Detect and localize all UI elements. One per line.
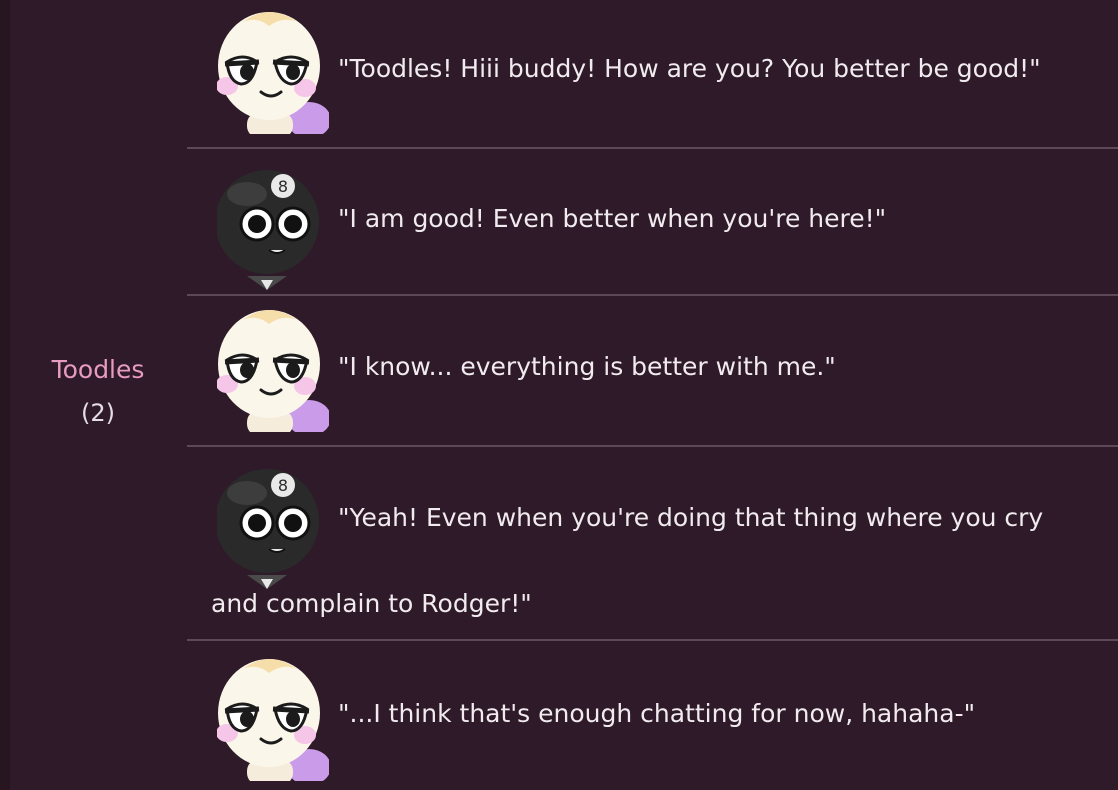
dialogue-text: "I am good! Even better when you're here… bbox=[338, 204, 887, 233]
dialogue-row: "Yeah! Even when you're doing that thing… bbox=[187, 447, 1118, 641]
dialogue-row: "...I think that's enough chatting for n… bbox=[187, 641, 1118, 790]
eight-ball-avatar-icon bbox=[217, 467, 321, 589]
dialogue-text: "...I think that's enough chatting for n… bbox=[338, 699, 976, 728]
dialogue-row: "I am good! Even better when you're here… bbox=[187, 149, 1118, 296]
eight-ball-avatar-icon bbox=[217, 168, 321, 290]
dialogue-text: "Yeah! Even when you're doing that thing… bbox=[338, 503, 1044, 532]
dialogue-text: "Toodles! Hiii buddy! How are you? You b… bbox=[338, 54, 1041, 83]
dialogue-row: "Toodles! Hiii buddy! How are you? You b… bbox=[187, 0, 1118, 149]
speaker-count: (2) bbox=[81, 399, 115, 427]
dialogue-text-continuation: and complain to Rodger!" bbox=[211, 589, 532, 618]
dialogue-log: "Toodles! Hiii buddy! How are you? You b… bbox=[187, 0, 1118, 790]
speaker-name: Toodles bbox=[51, 355, 145, 384]
speaker-label: Toodles (2) bbox=[0, 352, 196, 430]
dialogue-text: "I know... everything is better with me.… bbox=[338, 352, 836, 381]
toodles-avatar-icon bbox=[217, 306, 329, 432]
dialogue-row: "I know... everything is better with me.… bbox=[187, 296, 1118, 447]
toodles-avatar-icon bbox=[217, 655, 329, 781]
toodles-avatar-icon bbox=[217, 8, 329, 134]
dialogue-page: Toodles (2) "Toodles! Hiii buddy! How ar… bbox=[0, 0, 1118, 790]
